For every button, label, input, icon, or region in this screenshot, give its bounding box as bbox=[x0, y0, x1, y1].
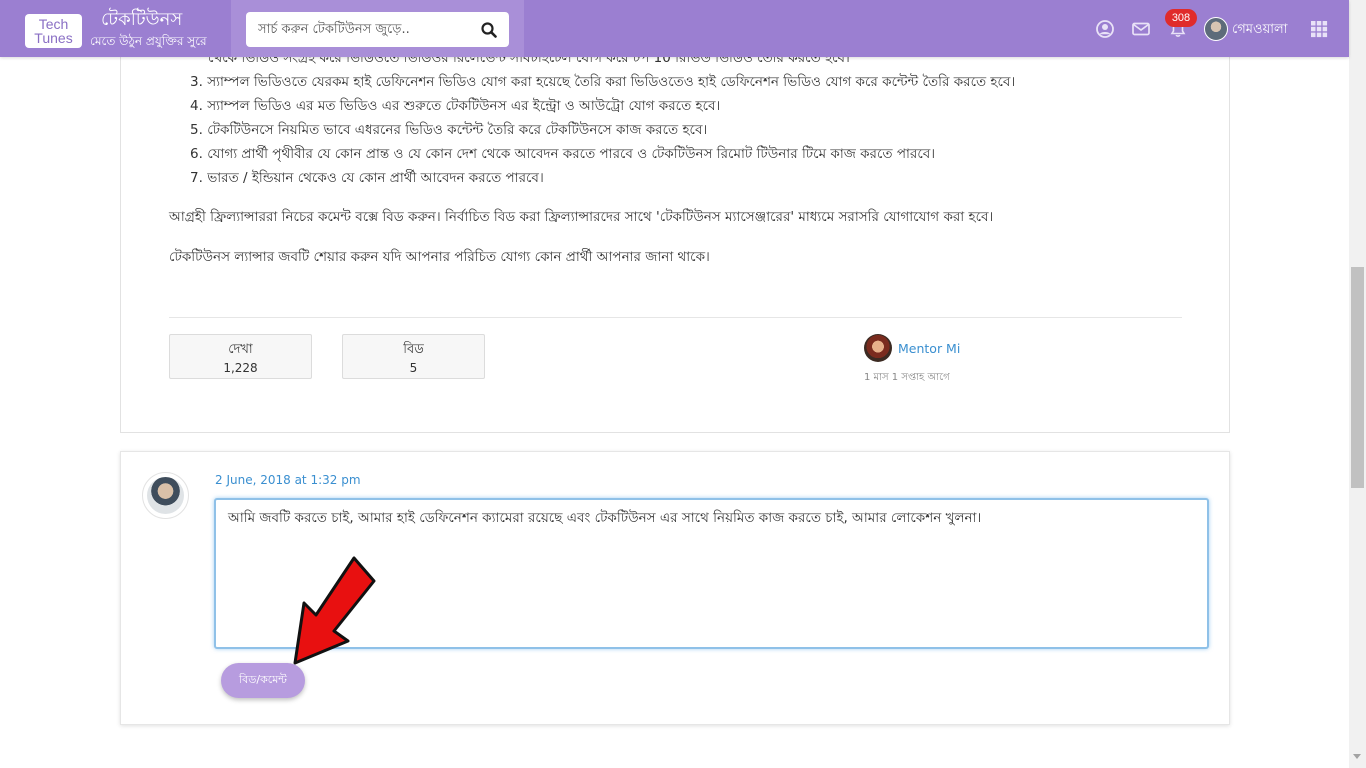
red-arrow-annotation-icon bbox=[293, 556, 376, 665]
bids-label: বিড bbox=[403, 342, 424, 357]
bids-stat: বিড 5 bbox=[342, 334, 485, 379]
bid-instructions-paragraph: আগ্রহী ফ্রিল্যান্সাররা নিচের কমেন্ট বক্স… bbox=[169, 209, 994, 225]
list-item: 7. ভারত / ইন্ডিয়ান থেকেও যে কোন প্রার্থ… bbox=[190, 169, 544, 187]
list-text: ভারত / ইন্ডিয়ান থেকেও যে কোন প্রার্থী আ… bbox=[207, 170, 544, 186]
search-icon bbox=[480, 21, 497, 38]
views-count: 1,228 bbox=[223, 361, 258, 375]
search-button[interactable] bbox=[468, 12, 509, 47]
views-label: দেখা bbox=[228, 342, 253, 357]
list-text: স্যাম্পল ভিডিওতে যেরকম হাই ডেফিনেশন ভিডি… bbox=[207, 74, 1016, 90]
scroll-down-icon[interactable] bbox=[1353, 754, 1361, 759]
site-tagline: মেতে উঠুন প্রযুক্তির সুরে bbox=[90, 34, 207, 48]
list-item: 4. স্যাম্পল ভিডিও এর মত ভিডিও এর শুরুতে … bbox=[190, 97, 720, 115]
commenter-avatar bbox=[142, 472, 189, 519]
author-name-link[interactable]: Mentor Mi bbox=[898, 341, 960, 356]
logo-text-line1: Tech bbox=[38, 16, 69, 32]
user-avatar[interactable] bbox=[1204, 17, 1228, 41]
comment-date: 2 June, 2018 at 1:32 pm bbox=[215, 473, 361, 487]
list-text: স্যাম্পল ভিডিও এর মত ভিডিও এর শুরুতে টেক… bbox=[207, 98, 721, 114]
post-time: 1 মাস 1 সপ্তাহ আগে bbox=[864, 372, 950, 383]
list-text: যোগ্য প্রার্থী পৃথীবীর যে কোন প্রান্ত ও … bbox=[207, 146, 936, 162]
user-circle-icon[interactable] bbox=[1095, 19, 1115, 39]
top-header: Tech Tunes টেকটিউনস মেতে উঠুন প্রযুক্তির… bbox=[0, 0, 1349, 57]
list-text: টেকটিউনসে নিয়মিত ভাবে এধরনের ভিডিও কন্ট… bbox=[207, 122, 708, 138]
list-number: 5. bbox=[190, 122, 203, 138]
envelope-icon[interactable] bbox=[1131, 19, 1151, 39]
list-number: 6. bbox=[190, 146, 203, 162]
list-number: 7. bbox=[190, 170, 203, 186]
logo-text-line2: Tunes bbox=[34, 30, 73, 46]
user-name[interactable]: গেমওয়ালা bbox=[1232, 20, 1287, 41]
bids-count: 5 bbox=[409, 361, 418, 375]
list-item: 6. যোগ্য প্রার্থী পৃথীবীর যে কোন প্রান্ত… bbox=[190, 145, 935, 163]
views-stat: দেখা 1,228 bbox=[169, 334, 312, 379]
list-item: 5. টেকটিউনসে নিয়মিত ভাবে এধরনের ভিডিও ক… bbox=[190, 121, 707, 139]
share-paragraph: টেকটিউনস ল্যান্সার জবটি শেয়ার করুন যদি … bbox=[169, 249, 710, 265]
list-number: 4. bbox=[190, 98, 203, 114]
list-item: 3. স্যাম্পল ভিডিওতে যেরকম হাই ডেফিনেশন ভ… bbox=[190, 73, 1015, 91]
site-logo[interactable]: Tech Tunes bbox=[25, 14, 82, 48]
notification-badge[interactable]: 308 bbox=[1165, 9, 1197, 27]
apps-grid-icon[interactable] bbox=[1309, 19, 1329, 39]
post-divider bbox=[169, 317, 1182, 318]
scrollbar-thumb[interactable] bbox=[1351, 267, 1364, 488]
author-avatar[interactable] bbox=[864, 334, 892, 362]
site-title[interactable]: টেকটিউনস bbox=[101, 10, 182, 30]
list-number: 3. bbox=[190, 74, 203, 90]
search-input[interactable] bbox=[246, 12, 468, 47]
